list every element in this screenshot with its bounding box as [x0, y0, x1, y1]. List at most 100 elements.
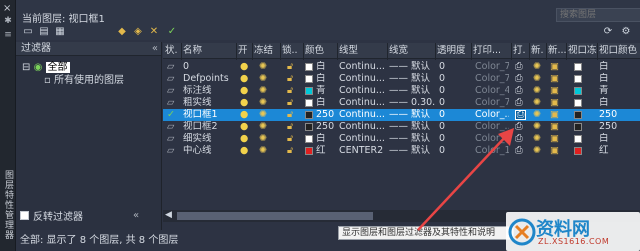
vp-freeze-icon[interactable]: ▣ [550, 133, 559, 144]
layer-transparency[interactable]: 0 [439, 61, 469, 73]
new-vp-freeze-icon[interactable]: ✺ [533, 121, 541, 132]
layer-lineweight[interactable]: —— 默认 [389, 109, 435, 121]
layer-lock-toggle[interactable]: 🔓︎ [287, 97, 299, 109]
layer-new-vp-freeze[interactable]: ✺ [533, 133, 546, 145]
new-vp-freeze-icon[interactable]: ✺ [533, 97, 541, 108]
layer-plot-style[interactable]: Color_1 [475, 145, 509, 157]
printer-icon[interactable]: ⎙ [515, 73, 523, 84]
new-layer-vp-icon[interactable]: ◈ [132, 26, 144, 37]
column-divider[interactable] [471, 43, 472, 60]
layer-color[interactable]: 白 [305, 133, 338, 145]
column-header-9[interactable]: 打印... [473, 43, 511, 59]
layer-color[interactable]: 白 [305, 61, 338, 73]
layer-row[interactable]: ▱ 视口框2● ✺ 🔓︎ 250 Continu...—— 默认 0 Color_... ⎙ ✺ ▣… [163, 121, 640, 133]
column-header-12[interactable]: 新... [548, 43, 566, 59]
column-divider[interactable] [529, 43, 530, 60]
scroll-thumb[interactable] [177, 212, 373, 220]
layer-vp-freeze-col[interactable]: ▣ [550, 85, 565, 97]
layer-row[interactable]: ▱ 细实线 ● ✺ 🔓︎ 白 Continu... —— 默认 0 Color_7 ⎙ ✺ ▣ 白 [163, 133, 640, 145]
delete-layer-icon[interactable]: ✕ [148, 26, 160, 37]
layer-linetype[interactable]: Continu... [339, 121, 387, 133]
column-divider[interactable] [280, 43, 281, 60]
column-divider[interactable] [566, 43, 567, 60]
layer-lock-toggle[interactable]: 🔓︎ [287, 61, 299, 73]
new-vp-freeze-icon[interactable]: ✺ [533, 85, 541, 96]
sun-icon[interactable]: ✺ [259, 61, 267, 72]
layer-row[interactable]: ▱ 标注线 ● ✺ 🔓︎ 青 Continu... —— 默认 0 Color_4 ⎙ ✺ ▣ 青 [163, 85, 640, 97]
layer-on-toggle[interactable]: ● [240, 121, 252, 133]
layer-state-icon[interactable]: ▦ [54, 26, 66, 37]
layer-status[interactable]: ▱ [167, 145, 182, 157]
layer-new-vp-freeze[interactable]: ✺ [533, 73, 546, 85]
new-vp-freeze-icon[interactable]: ✺ [533, 61, 541, 72]
printer-icon[interactable]: ⎙ [515, 110, 526, 120]
layer-color[interactable]: 白 [305, 73, 338, 85]
layer-vp-freeze[interactable] [574, 109, 596, 121]
vp-freeze-icon[interactable]: ▣ [550, 145, 559, 156]
layer-vp-color[interactable]: 白 [599, 61, 640, 73]
layer-plot-toggle[interactable]: ⎙ [515, 85, 528, 97]
lightbulb-icon[interactable]: ● [240, 73, 248, 84]
column-divider[interactable] [236, 43, 237, 60]
column-divider[interactable] [597, 43, 598, 60]
refresh-icon[interactable]: ⟳ [602, 26, 614, 37]
collapse-filter-icon[interactable]: « [152, 42, 158, 56]
layer-plot-toggle[interactable]: ⎙ [515, 121, 528, 133]
column-divider[interactable] [387, 43, 388, 60]
column-header-1[interactable]: 名称 [183, 43, 236, 59]
filter-tree-root[interactable]: ⊟ ◉ 全部 [22, 62, 70, 74]
lightbulb-icon[interactable]: ● [240, 145, 248, 156]
new-vp-freeze-icon[interactable]: ✺ [533, 109, 541, 120]
layer-freeze-toggle[interactable]: ✺ [259, 97, 273, 109]
sun-icon[interactable]: ✺ [259, 73, 267, 84]
group-filter-icon[interactable]: ▤ [38, 26, 50, 37]
layer-status[interactable]: ✓ [167, 109, 182, 121]
layer-plot-toggle[interactable]: ⎙ [515, 133, 528, 145]
sun-icon[interactable]: ✺ [259, 121, 267, 132]
layer-name[interactable]: 视口框2 [183, 121, 237, 133]
layer-vp-freeze[interactable] [574, 73, 596, 85]
layer-row[interactable]: ▱ Defpoints ● ✺ 🔓︎ 白 Continu... —— 默认 0 Color_7 ⎙ ✺… [163, 73, 640, 85]
layer-plot-toggle[interactable]: ⎙ [515, 97, 528, 109]
layer-plot-toggle[interactable]: ⎙ [515, 61, 528, 73]
layer-transparency[interactable]: 0 [439, 145, 469, 157]
layer-status[interactable]: ▱ [167, 73, 182, 85]
layer-plot-toggle[interactable]: ⎙ [515, 145, 528, 157]
layer-on-toggle[interactable]: ● [240, 145, 252, 157]
layer-name[interactable]: 视口框1 [183, 109, 237, 121]
lightbulb-icon[interactable]: ● [240, 133, 248, 144]
layer-lineweight[interactable]: —— 默认 [389, 73, 435, 85]
layer-name[interactable]: 粗实线 [183, 97, 237, 109]
layer-vp-freeze[interactable] [574, 97, 596, 109]
layer-linetype[interactable]: Continu... [339, 61, 387, 73]
printer-icon[interactable]: ⎙ [515, 97, 523, 108]
layer-color[interactable]: 青 [305, 85, 338, 97]
unlock-icon[interactable]: 🔓︎ [287, 73, 293, 84]
layer-vp-color[interactable]: 青 [599, 85, 640, 97]
column-header-2[interactable]: 开 [238, 43, 252, 59]
column-header-5[interactable]: 颜色 [305, 43, 337, 59]
layer-on-toggle[interactable]: ● [240, 97, 252, 109]
layer-new-vp-freeze[interactable]: ✺ [533, 145, 546, 157]
layer-plot-style[interactable]: Color_... [475, 109, 509, 121]
layer-plot-style[interactable]: Color_7 [475, 61, 509, 73]
column-header-11[interactable]: 新. [531, 43, 546, 59]
layer-row[interactable]: ▱ 0 ● ✺ 🔓︎ 白 Continu... —— 默认 0 Color_7 ⎙ ✺ ▣ 白 [163, 61, 640, 73]
filter-all[interactable]: 全部 [45, 62, 70, 73]
lightbulb-icon[interactable]: ● [240, 97, 248, 108]
layer-freeze-toggle[interactable]: ✺ [259, 85, 273, 97]
layer-name[interactable]: 0 [183, 61, 237, 73]
layer-lock-toggle[interactable]: 🔓︎ [287, 145, 299, 157]
column-divider[interactable] [303, 43, 304, 60]
scroll-left-icon[interactable]: ◀ [165, 210, 172, 220]
layer-vp-freeze-col[interactable]: ▣ [550, 145, 565, 157]
column-divider[interactable] [511, 43, 512, 60]
lightbulb-icon[interactable]: ● [240, 121, 248, 132]
filter-used-layers[interactable]: 所有使用的图层 [54, 75, 124, 86]
unlock-icon[interactable]: 🔓︎ [287, 133, 293, 144]
layer-plot-toggle[interactable]: ⎙ [515, 73, 528, 85]
pin-icon[interactable]: ✱ [3, 16, 13, 26]
printer-icon[interactable]: ⎙ [515, 145, 523, 156]
layer-vp-freeze[interactable] [574, 85, 596, 97]
invert-filter-row[interactable]: 反转过滤器 « [20, 208, 139, 223]
